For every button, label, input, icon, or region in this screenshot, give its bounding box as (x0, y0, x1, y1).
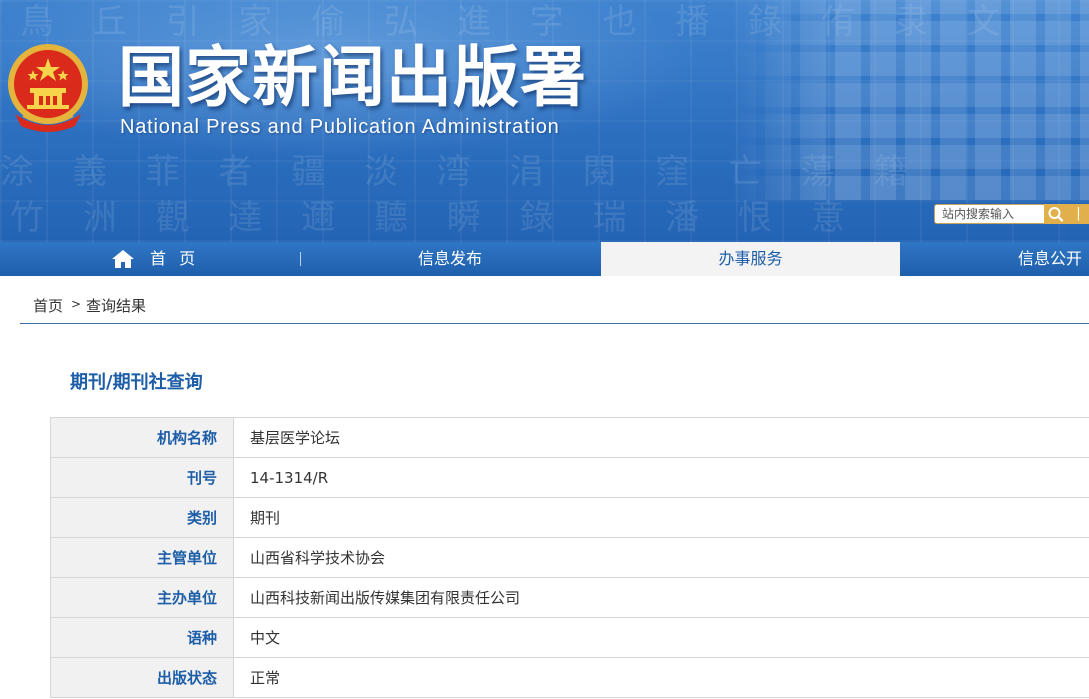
breadcrumb-current: 查询结果 (86, 297, 147, 315)
row-label: 主管单位 (50, 537, 234, 578)
nav-divider (300, 252, 301, 266)
table-row: 机构名称 基层医学论坛 (50, 417, 1089, 458)
row-value: 14-1314/R (233, 457, 1089, 498)
nav-home-label: 首 页 (150, 249, 200, 268)
nav-info-disclosure[interactable]: 信息公开 (1000, 242, 1089, 276)
search-separator: | (1068, 204, 1089, 224)
nav-home[interactable]: 首 页 (112, 242, 232, 276)
row-label: 出版状态 (50, 657, 234, 698)
table-row: 类别 期刊 (50, 497, 1089, 538)
search-input[interactable] (934, 204, 1044, 224)
main-nav: 首 页 信息发布 办事服务 信息公开 (0, 242, 1089, 276)
row-value: 山西科技新闻出版传媒集团有限责任公司 (233, 577, 1089, 618)
row-value: 期刊 (233, 497, 1089, 538)
row-value: 中文 (233, 617, 1089, 658)
table-row: 主管单位 山西省科学技术协会 (50, 537, 1089, 578)
row-label: 类别 (50, 497, 234, 538)
row-label: 机构名称 (50, 417, 234, 458)
breadcrumb: 首页 > 查询结果 (20, 276, 1089, 324)
home-icon (112, 250, 134, 268)
table-row: 语种 中文 (50, 617, 1089, 658)
table-row: 出版状态 正常 (50, 657, 1089, 698)
nav-info-release[interactable]: 信息发布 (390, 242, 510, 276)
breadcrumb-separator: > (71, 297, 82, 311)
search-icon (1048, 207, 1064, 222)
section-title: 期刊/期刊社查询 (70, 372, 203, 393)
breadcrumb-home-link[interactable]: 首页 (33, 295, 63, 316)
row-value: 正常 (233, 657, 1089, 698)
search-button[interactable] (1044, 204, 1068, 224)
row-label: 主办单位 (50, 577, 234, 618)
table-row: 主办单位 山西科技新闻出版传媒集团有限责任公司 (50, 577, 1089, 618)
table-row: 刊号 14-1314/R (50, 457, 1089, 498)
row-value: 基层医学论坛 (233, 417, 1089, 458)
row-label: 语种 (50, 617, 234, 658)
nav-services[interactable]: 办事服务 (601, 242, 900, 276)
site-title: 国家新闻出版署 (118, 38, 587, 116)
row-value: 山西省科学技术协会 (233, 537, 1089, 578)
journal-details-table: 机构名称 基层医学论坛 刊号 14-1314/R 类别 期刊 主管单位 山西省科… (50, 417, 1089, 698)
header-tile-pattern (730, 0, 1089, 200)
site-header: 鳥 丘 引 家 偷 弘 進 字 也 播 錄 侑 隶 文 涂 義 菲 者 疆 淡 … (0, 0, 1089, 242)
row-label: 刊号 (50, 457, 234, 498)
site-subtitle: National Press and Publication Administr… (120, 116, 560, 138)
national-emblem-icon (8, 44, 88, 132)
